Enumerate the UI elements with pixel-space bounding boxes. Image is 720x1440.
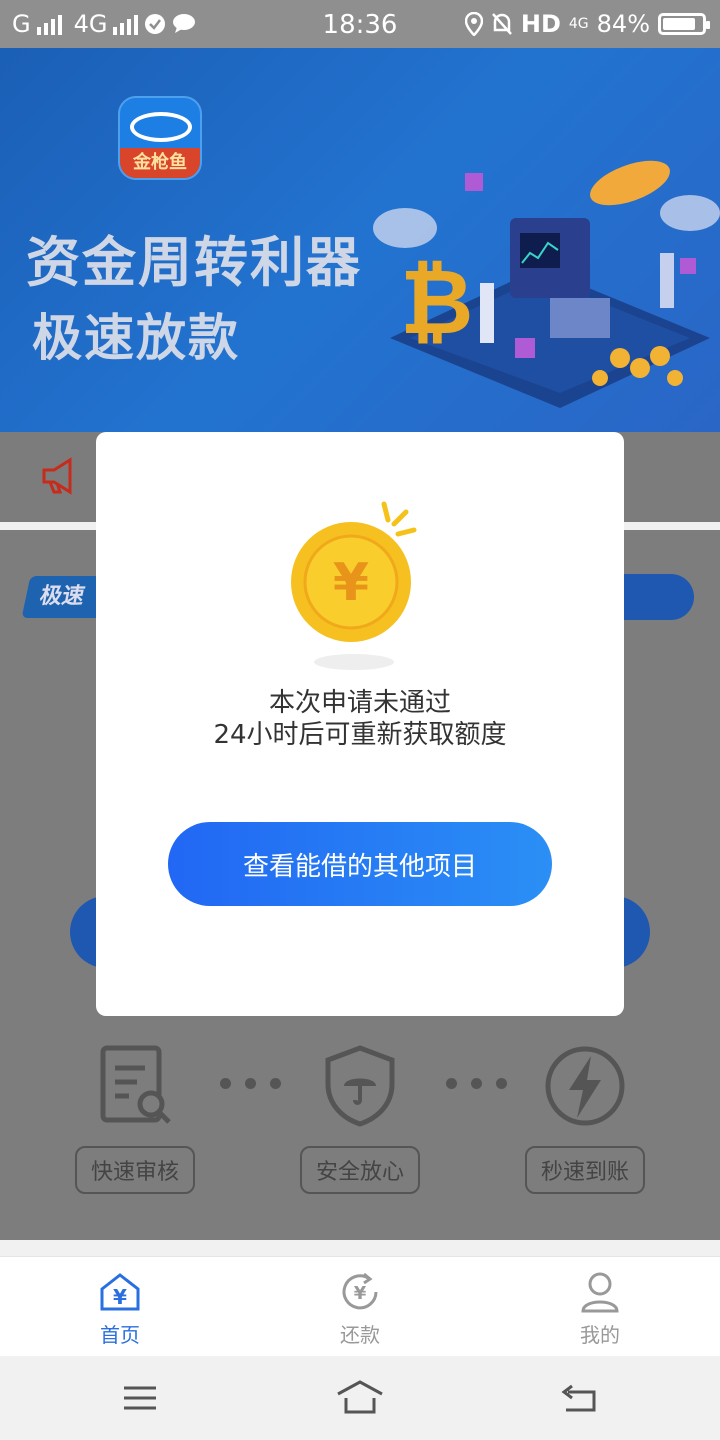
yen-coin-icon: ¥ [291, 501, 417, 670]
rejection-dialog: ¥ 本次申请未通过 24小时后可重新获取额度 查看能借的其他项目 [96, 432, 624, 1016]
fintech-illustration: ₿ [373, 160, 720, 408]
separator-dots [220, 1078, 281, 1089]
svg-text:¥: ¥ [333, 553, 369, 613]
status-right: HD 4G 84% [464, 10, 710, 38]
tab-label: 还款 [340, 1323, 380, 1347]
feature-label: 安全放心 [299, 1146, 420, 1194]
network-type-label: 4G [568, 16, 589, 32]
location-icon [464, 12, 483, 36]
menu-icon[interactable] [110, 1376, 170, 1420]
status-bar: G 4G 18:36 HD 4G 84% [0, 0, 720, 48]
fish-icon [130, 112, 192, 142]
home-yen-icon: ¥ [100, 1273, 140, 1311]
banner-slogan-1: 资金周转利器 [26, 231, 362, 294]
tab-mine[interactable]: 我的 [540, 1271, 660, 1348]
hd-label: HD [520, 10, 561, 38]
tab-home[interactable]: ¥ 首页 [60, 1271, 180, 1348]
megaphone-icon [42, 457, 72, 495]
feature-label: 快速审核 [74, 1146, 195, 1194]
battery-percent: 84% [596, 10, 650, 38]
banner-slogan-2: 极速放款 [32, 309, 240, 367]
repay-icon: ¥ [342, 1272, 378, 1310]
battery-icon [658, 13, 710, 35]
tab-label: 首页 [100, 1323, 140, 1347]
logo-label: 金枪鱼 [120, 148, 200, 178]
separator-dots [446, 1078, 507, 1089]
svg-text:¥: ¥ [113, 1285, 127, 1309]
feature-instant: 秒速到账 [520, 1044, 650, 1194]
feature-quick-review: 快速审核 [70, 1044, 200, 1194]
user-icon [581, 1272, 619, 1313]
battery-fill [663, 18, 695, 30]
svg-text:₿: ₿ [400, 250, 473, 355]
feature-safe: 安全放心 [295, 1044, 425, 1194]
back-icon[interactable] [550, 1376, 610, 1420]
bell-off-icon [491, 13, 512, 35]
shield-umbrella-icon [325, 1045, 395, 1127]
retry-message: 24小时后可重新获取额度 [213, 720, 507, 750]
app-logo: 金枪鱼 [118, 96, 202, 180]
tab-label: 我的 [580, 1323, 620, 1347]
promo-banner[interactable]: 金枪鱼 资金周转利器 极速放款 ₿ [0, 48, 720, 432]
home-nav-icon[interactable] [330, 1376, 390, 1420]
feature-label: 秒速到账 [524, 1146, 645, 1194]
lightning-icon [545, 1046, 625, 1126]
tab-repay[interactable]: ¥ 还款 [300, 1271, 420, 1348]
document-search-icon [100, 1045, 171, 1124]
view-other-projects-button[interactable]: 查看能借的其他项目 [168, 822, 552, 906]
bottom-tab-bar: ¥ 首页 ¥ 还款 我的 [0, 1256, 720, 1356]
system-nav-bar [0, 1356, 720, 1440]
svg-text:¥: ¥ [354, 1283, 367, 1304]
